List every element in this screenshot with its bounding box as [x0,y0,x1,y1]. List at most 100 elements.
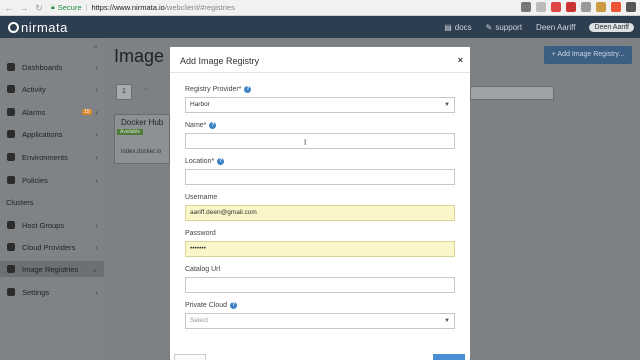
sidebar-item-label: Policies [22,175,48,185]
add-button[interactable] [433,354,465,360]
add-image-registry-dialog: Add Image Registry × Registry Provider* … [170,47,470,360]
help-icon[interactable]: ? [209,122,217,129]
sidebar-item-host-groups[interactable]: Host Groups ‹ [0,217,104,233]
extension-icon[interactable] [551,2,561,12]
applications-icon [7,130,15,138]
bell-icon [7,108,15,116]
sidebar-item-applications[interactable]: Applications ‹ [0,126,104,142]
chevron-left-icon: ‹ [95,84,98,94]
sidebar-item-policies[interactable]: Policies ‹ [0,172,104,188]
support-icon: ✎ [485,22,493,32]
logo-text: nirmata [21,19,68,35]
star-icon[interactable] [536,2,546,12]
chevron-left-icon: ‹ [95,107,98,117]
sidebar-item-cloud-providers[interactable]: Cloud Providers ‹ [0,239,104,255]
reload-icon[interactable]: ↻ [33,2,45,14]
docs-label: docs [454,22,472,32]
filter-input[interactable] [470,86,554,100]
registry-provider-label-text: Registry Provider* [185,86,242,93]
page-number[interactable]: 1 [116,84,132,100]
username-label-text: Username [185,194,218,201]
catalog-url-field[interactable] [185,277,455,293]
chevron-left-icon: ‹ [95,242,98,252]
user-name[interactable]: Deen Aariff [536,23,575,32]
nirmata-logo[interactable]: nirmata [8,20,68,35]
cloud-icon [7,243,15,251]
sidebar-item-dashboards[interactable]: Dashboards ‹ [0,59,104,75]
key-icon[interactable] [521,2,531,12]
sidebar-item-label: Image Registries [22,264,79,274]
chevron-left-icon: ‹ [95,152,98,162]
docs-icon: ▤ [444,22,452,32]
back-icon[interactable]: ← [3,2,15,14]
lock-icon: 🔒︎ [51,3,55,11]
private-cloud-select[interactable]: Select ▼ [185,313,455,329]
extension-icon[interactable] [596,2,606,12]
private-cloud-placeholder: Select [190,317,209,324]
chevron-left-icon: ‹ [95,220,98,230]
chevron-left-icon: ‹ [95,62,98,72]
logo-mark-icon [8,21,19,33]
collapse-sidebar-icon[interactable]: « [94,42,98,51]
cancel-button[interactable] [174,354,206,360]
extension-icon[interactable] [581,2,591,12]
text-cursor-icon: I [304,138,307,147]
private-cloud-label-text: Private Cloud [185,302,228,309]
chevron-down-icon: ▼ [444,102,450,108]
location-label-text: Location* [185,158,215,165]
gear-icon [7,288,15,296]
alarm-count-badge: 15 [81,109,92,115]
catalog-url-label-text: Catalog Url [185,266,221,273]
status-badge: Available [117,129,144,135]
page-title: Image [114,46,165,66]
url-host: https://www.nirmata.io [91,3,165,12]
username-label: Username [185,194,217,201]
dialog-header: Add Image Registry × [170,47,470,73]
add-image-registry-button[interactable]: + Add Image Registry... [544,46,632,64]
card-title: Docker Hub [121,118,164,127]
host-groups-icon [7,221,15,229]
user-chip[interactable]: Deen Aariff [589,22,634,32]
registry-card[interactable]: Docker Hub Available index.docker.io [114,114,170,164]
sidebar-item-alarms[interactable]: Alarms 15 ‹ [0,104,104,120]
umbrella-icon [7,176,15,184]
chevron-down-icon: ⌄ [91,264,98,274]
help-icon[interactable]: ? [244,86,252,93]
registry-provider-value: Harbor [190,101,210,108]
help-icon[interactable]: ? [217,158,225,165]
address-separator: | [85,3,88,12]
forward-icon[interactable]: → [18,2,30,14]
extension-icons [521,2,636,12]
secure-label: Secure [57,3,82,12]
search-icon[interactable]: ⌕ [144,86,170,100]
registry-provider-select[interactable]: Harbor ▼ [185,97,455,113]
sidebar-item-image-registries[interactable]: Image Registries ⌄ [0,261,104,277]
environments-icon [7,153,15,161]
extension-icon[interactable] [611,2,621,12]
name-label: Name* ? [185,122,217,129]
url-path: /webclient/#registries [164,3,235,12]
password-label: Password [185,230,216,237]
location-field[interactable] [185,169,455,185]
support-label: support [495,22,523,32]
extension-icon[interactable] [566,2,576,12]
docs-link[interactable]: ▤ docs [444,23,471,32]
sidebar-section-clusters: Clusters [6,198,34,207]
help-icon[interactable]: ? [230,302,238,309]
menu-icon[interactable] [626,2,636,12]
card-url: index.docker.io [121,149,162,155]
sidebar-item-label: Environments [22,152,68,162]
address-bar[interactable]: 🔒︎ Secure | https://www.nirmata.io /webc… [51,2,235,14]
support-link[interactable]: ✎ support [486,23,522,32]
username-field[interactable]: aariff.deen@gmail.com [185,205,455,221]
app-header: nirmata ▤ docs ✎ support Deen Aariff Dee… [0,16,640,38]
sidebar-item-settings[interactable]: Settings ‹ [0,284,104,300]
name-label-text: Name* [185,122,207,129]
sidebar-item-activity[interactable]: Activity ‹ [0,81,104,97]
activity-icon [7,85,15,93]
chevron-left-icon: ‹ [95,129,98,139]
name-field[interactable]: I [185,133,455,149]
sidebar-item-environments[interactable]: Environments ‹ [0,149,104,165]
close-icon[interactable]: × [458,55,463,65]
password-field[interactable]: ••••••• [185,241,455,257]
